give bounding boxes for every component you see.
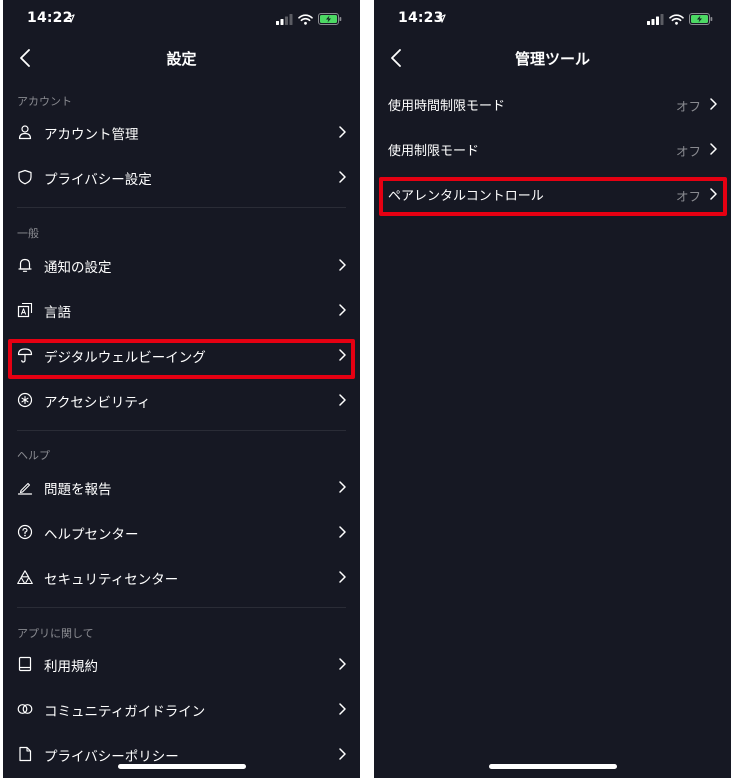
settings-item-accessibility[interactable]: アクセシビリティ [3,378,360,422]
settings-item-label: アカウント管理 [44,127,139,143]
settings-item-digital-wellbeing[interactable]: デジタルウェルビーイング [3,333,360,377]
settings-item-label: プライバシーポリシー [44,749,179,765]
wifi-icon [669,13,684,25]
tool-item-restricted-mode[interactable]: 使用制限モード オフ [374,127,731,171]
chevron-right-icon [339,126,346,138]
shield-icon [18,169,32,185]
battery-charging-icon [318,13,342,25]
section-header-account: アカウント [17,95,72,108]
section-header-general: 一般 [17,227,39,240]
bell-icon [18,258,32,272]
settings-item-label: アクセシビリティ [44,395,151,411]
cellular-signal-icon [276,13,293,25]
settings-item-language[interactable]: 言語 [3,288,360,332]
chevron-right-icon [710,143,717,155]
tool-item-parental-control[interactable]: ペアレンタルコントロール オフ [374,172,731,216]
chevron-right-icon [339,748,346,760]
settings-item-label: 言語 [44,305,71,321]
settings-item-label: 利用規約 [44,659,98,675]
settings-item-terms[interactable]: 利用規約 [3,642,360,686]
settings-item-security-center[interactable]: セキュリティセンター [3,555,360,599]
language-icon [17,302,33,318]
page-title: 設定 [166,50,197,68]
question-icon [17,524,33,540]
chevron-right-icon [339,658,346,670]
chevron-right-icon [339,571,346,583]
page-title: 管理ツール [514,50,590,68]
tool-item-label: ペアレンタルコントロール [388,189,544,204]
settings-item-notifications[interactable]: 通知の設定 [3,243,360,287]
settings-item-report-problem[interactable]: 問題を報告 [3,465,360,509]
umbrella-icon [17,348,33,363]
person-icon [18,125,32,140]
section-divider [17,430,346,431]
status-bar: 14:23 [374,0,731,36]
nav-bar: 管理ツール [374,38,731,76]
accessibility-icon [17,392,33,408]
chevron-right-icon [339,349,346,361]
home-indicator[interactable] [117,764,246,769]
settings-screen: 14:22 設定 アカウント アカウント管理 プライバシー設定 一般 通知の設定… [3,0,360,778]
security-icon [17,570,33,585]
settings-item-label: セキュリティセンター [44,572,179,588]
settings-item-label: デジタルウェルビーイング [44,350,206,366]
wifi-icon [298,13,313,25]
chevron-right-icon [339,703,346,715]
settings-item-label: プライバシー設定 [44,172,152,188]
status-bar: 14:22 [3,0,360,36]
pencil-icon [17,482,33,495]
settings-item-privacy-policy[interactable]: プライバシーポリシー [3,732,360,776]
section-divider [17,207,346,208]
settings-item-community-guidelines[interactable]: コミュニティガイドライン [3,687,360,731]
chevron-right-icon [710,188,717,200]
book-icon [18,656,32,672]
tool-item-status: オフ [675,189,701,204]
tool-item-screen-time-management[interactable]: 使用時間制限モード オフ [374,82,731,126]
section-header-help: ヘルプ [17,449,50,462]
settings-item-help-center[interactable]: ヘルプセンター [3,510,360,554]
document-icon [19,746,32,762]
home-indicator[interactable] [488,764,617,769]
tool-item-label: 使用制限モード [388,144,480,159]
chevron-right-icon [339,394,346,406]
settings-item-account-management[interactable]: アカウント管理 [3,110,360,154]
section-divider [17,607,346,608]
chevron-right-icon [339,304,346,316]
settings-item-label: 問題を報告 [44,482,112,498]
chevron-right-icon [710,98,717,110]
battery-charging-icon [689,13,713,25]
location-arrow-icon [437,14,446,23]
tool-item-label: 使用時間制限モード [388,99,506,114]
management-tools-screen: 14:23 管理ツール 使用時間制限モード オフ 使用制限モード オフ ペアレン… [374,0,731,778]
section-header-about: アプリに関して [17,627,94,640]
settings-item-privacy-settings[interactable]: プライバシー設定 [3,155,360,199]
settings-item-label: コミュニティガイドライン [44,704,206,720]
tool-item-status: オフ [675,144,701,159]
chevron-right-icon [339,171,346,183]
chevron-right-icon [339,259,346,271]
chevron-right-icon [339,481,346,493]
settings-item-label: ヘルプセンター [44,527,139,543]
rings-icon [17,704,33,714]
chevron-right-icon [339,526,346,538]
cellular-signal-icon [647,13,664,25]
location-arrow-icon [66,14,75,23]
tool-item-status: オフ [675,99,701,114]
nav-bar: 設定 [3,38,360,76]
settings-item-label: 通知の設定 [44,260,112,276]
